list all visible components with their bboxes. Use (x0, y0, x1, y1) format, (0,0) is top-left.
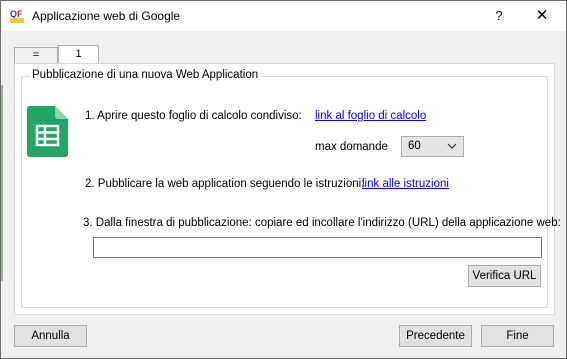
max-questions-label: max domande (315, 141, 388, 153)
cancel-button[interactable]: Annulla (14, 325, 87, 347)
instructions-link[interactable]: link alle istruzioni (362, 178, 449, 190)
dialog-window: Q F Applicazione web di Google ? ✕ = 1 P… (0, 0, 567, 359)
finish-button[interactable]: Fine (481, 325, 554, 347)
step3-label: 3. Dalla finestra di pubblicazione: copi… (83, 217, 561, 229)
step1-label: 1. Aprire questo foglio di calcolo condi… (85, 110, 302, 122)
window-title: Applicazione web di Google (32, 9, 181, 23)
url-input[interactable] (93, 237, 542, 258)
google-sheets-icon (27, 106, 68, 157)
tab-overview[interactable]: = (14, 47, 58, 64)
qf-app-icon: Q F (9, 8, 25, 24)
max-questions-select[interactable]: 60 (401, 136, 464, 157)
help-button[interactable]: ? (487, 5, 511, 27)
svg-text:Q: Q (10, 9, 17, 19)
verify-url-button[interactable]: Verifica URL (468, 265, 541, 287)
max-questions-value: 60 (408, 140, 421, 152)
close-button[interactable]: ✕ (526, 5, 558, 27)
group-title: Pubblicazione di una nuova Web Applicati… (30, 69, 261, 81)
close-icon: ✕ (535, 7, 549, 24)
step2-label: 2. Pubblicare la web application seguend… (85, 178, 365, 190)
chevron-down-icon (447, 143, 457, 149)
side-accent (1, 85, 3, 281)
title-bar: Q F Applicazione web di Google ? ✕ (1, 1, 566, 31)
previous-button[interactable]: Precedente (399, 325, 472, 347)
tab-step-1[interactable]: 1 (58, 45, 99, 64)
spreadsheet-link[interactable]: link al foglio di calcolo (315, 110, 426, 122)
svg-text:F: F (17, 9, 23, 19)
